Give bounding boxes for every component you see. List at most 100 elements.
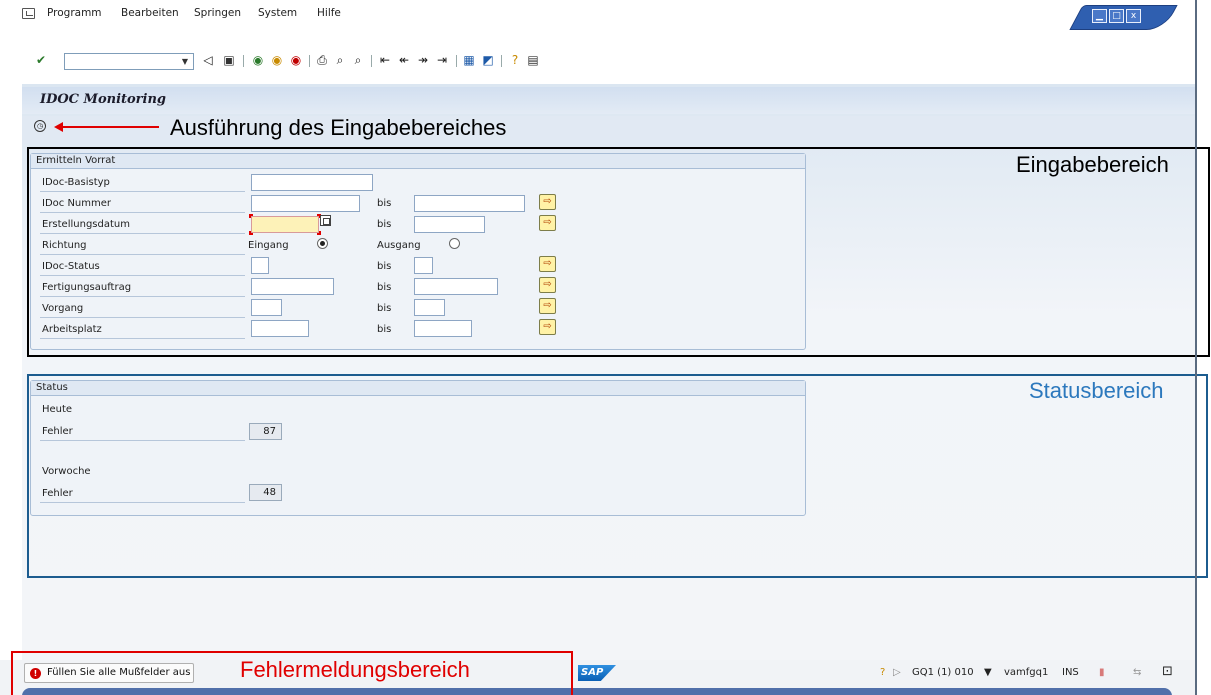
label-bis: bis <box>377 324 392 335</box>
find-icon[interactable]: ⌕ <box>333 53 347 68</box>
multiple-selection-button[interactable]: ⇨ <box>539 215 556 231</box>
label-fehler-heute: Fehler <box>42 426 73 437</box>
multiple-selection-button[interactable]: ⇨ <box>539 277 556 293</box>
label-bis: bis <box>377 261 392 272</box>
toolbar-separator <box>371 55 372 67</box>
annotation-arrow <box>62 126 159 128</box>
fehler-heute-value: 87 <box>249 423 282 440</box>
close-button[interactable]: x <box>1126 9 1141 23</box>
status-bar-bottom <box>22 688 1172 695</box>
toolbar-separator <box>456 55 457 67</box>
print-icon[interactable]: ⎙ <box>315 53 329 68</box>
secure-connection-icon: ⇆ <box>1133 667 1142 678</box>
menu-system[interactable]: System <box>258 7 297 19</box>
arbeitsplatz-from-input[interactable] <box>251 320 309 337</box>
radio-eingang[interactable] <box>317 238 328 249</box>
label-bis: bis <box>377 303 392 314</box>
chevron-down-icon[interactable]: ▼ <box>984 667 992 678</box>
label-underline <box>40 275 245 276</box>
required-marker <box>249 231 253 235</box>
label-underline <box>40 502 245 503</box>
menu-programm[interactable]: Programm <box>47 7 102 19</box>
menu-bearbeiten[interactable]: Bearbeiten <box>121 7 179 19</box>
toolbar-separator <box>243 55 244 67</box>
enter-check-icon[interactable]: ✔ <box>34 53 48 68</box>
previous-page-icon[interactable]: ↞ <box>397 53 411 68</box>
idoc-status-to-input[interactable] <box>414 257 433 274</box>
required-marker <box>249 214 253 218</box>
toolbar-separator <box>501 55 502 67</box>
multiple-selection-button[interactable]: ⇨ <box>539 298 556 314</box>
erstellungsdatum-from-input[interactable] <box>251 216 319 233</box>
label-eingang: Eingang <box>248 240 289 251</box>
multiple-selection-button[interactable]: ⇨ <box>539 319 556 335</box>
status-groupbox-header: Status <box>31 381 805 396</box>
back-green-icon[interactable]: ◉ <box>251 53 265 68</box>
exit-icon[interactable]: ◉ <box>270 53 284 68</box>
label-underline <box>40 233 245 234</box>
next-page-icon[interactable]: ↠ <box>416 53 430 68</box>
label-idoc-status: IDoc-Status <box>42 261 100 272</box>
erstellungsdatum-to-input[interactable] <box>414 216 485 233</box>
command-field[interactable] <box>64 53 194 70</box>
vorgang-to-input[interactable] <box>414 299 445 316</box>
idoc-nummer-from-input[interactable] <box>251 195 360 212</box>
input-mode: INS <box>1062 667 1079 678</box>
title-bar <box>22 87 1195 114</box>
error-message[interactable]: ! Füllen Sie alle Mußfelder aus <box>24 663 194 683</box>
unlock-icon[interactable]: ⊡ <box>1162 664 1173 679</box>
menu-hilfe[interactable]: Hilfe <box>317 7 341 19</box>
chevron-down-icon[interactable]: ▼ <box>178 55 192 68</box>
fertigungsauftrag-to-input[interactable] <box>414 278 498 295</box>
layout-menu-icon[interactable]: ▤ <box>526 53 540 68</box>
annotation-statusbereich: Statusbereich <box>1029 378 1164 403</box>
menu-springen[interactable]: Springen <box>194 7 241 19</box>
label-idoc-nummer: IDoc Nummer <box>42 198 112 209</box>
page-title: IDOC Monitoring <box>40 92 167 107</box>
label-underline <box>40 338 245 339</box>
label-bis: bis <box>377 198 392 209</box>
label-ausgang: Ausgang <box>377 240 421 251</box>
annotation-execute: Ausführung des Eingabebereiches <box>170 115 507 140</box>
radio-ausgang[interactable] <box>449 238 460 249</box>
arbeitsplatz-to-input[interactable] <box>414 320 472 337</box>
save-icon[interactable]: ▣ <box>222 53 236 68</box>
find-next-icon[interactable]: ⌕ <box>351 53 365 68</box>
value-help-icon[interactable] <box>320 215 331 226</box>
label-arbeitsplatz: Arbeitsplatz <box>42 324 102 335</box>
annotation-eingabebereich: Eingabebereich <box>1016 152 1169 177</box>
label-vorgang: Vorgang <box>42 303 84 314</box>
required-marker <box>317 231 321 235</box>
idoc-nummer-to-input[interactable] <box>414 195 525 212</box>
execute-clock-icon[interactable]: ◷ <box>34 120 46 132</box>
error-message-text: Füllen Sie alle Mußfelder aus <box>47 667 191 678</box>
create-session-icon[interactable]: ▦ <box>462 53 476 68</box>
label-bis: bis <box>377 282 392 293</box>
cancel-icon[interactable]: ◉ <box>289 53 303 68</box>
play-icon[interactable]: ▷ <box>893 667 901 678</box>
help-icon[interactable]: ? <box>508 53 522 68</box>
shortcut-icon[interactable]: ◩ <box>481 53 495 68</box>
multiple-selection-button[interactable]: ⇨ <box>539 194 556 210</box>
fertigungsauftrag-from-input[interactable] <box>251 278 334 295</box>
back-icon[interactable]: ◁ <box>201 53 215 68</box>
label-underline <box>40 296 245 297</box>
minimize-button[interactable]: ▁ <box>1092 9 1107 23</box>
error-icon: ! <box>30 668 41 679</box>
vorgang-from-input[interactable] <box>251 299 282 316</box>
label-underline <box>40 440 245 441</box>
label-underline <box>40 191 245 192</box>
connection-icon: ▮ <box>1099 667 1105 678</box>
idoc-basistyp-input[interactable] <box>251 174 373 191</box>
menu-toggle-icon[interactable] <box>22 8 35 19</box>
first-page-icon[interactable]: ⇤ <box>378 53 392 68</box>
label-bis: bis <box>377 219 392 230</box>
last-page-icon[interactable]: ⇥ <box>435 53 449 68</box>
idoc-status-from-input[interactable] <box>251 257 269 274</box>
multiple-selection-button[interactable]: ⇨ <box>539 256 556 272</box>
label-heute: Heute <box>42 404 73 415</box>
maximize-button[interactable]: □ <box>1109 9 1124 23</box>
label-idoc-basistyp: IDoc-Basistyp <box>42 177 110 188</box>
input-groupbox-title: Ermitteln Vorrat <box>36 155 116 166</box>
help-status-icon[interactable]: ? <box>880 667 885 678</box>
